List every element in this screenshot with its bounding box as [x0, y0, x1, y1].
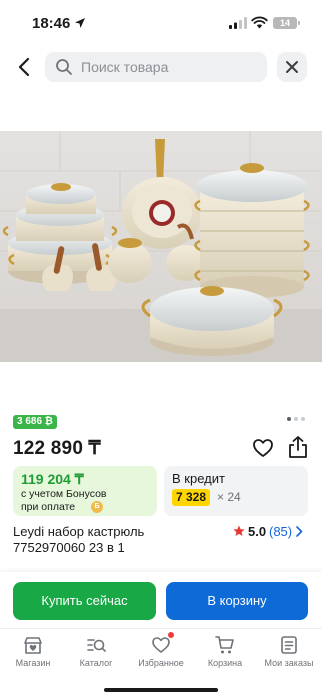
nav-label-shop: Магазин	[15, 658, 51, 668]
orders-icon	[281, 636, 297, 654]
credit-title: В кредит	[172, 471, 225, 486]
chevron-right-icon	[296, 526, 303, 537]
rating-value: 5.0	[248, 524, 267, 539]
location-arrow-icon	[75, 18, 85, 28]
carousel-dots	[287, 416, 307, 422]
close-icon	[286, 61, 298, 73]
nav-item-cart[interactable]: Корзина	[193, 629, 257, 675]
battery-level: 14	[279, 18, 290, 28]
bonus-coin-icon: Б	[91, 501, 103, 513]
bonus-price: 119 204 ₸	[21, 471, 84, 487]
nav-item-orders[interactable]: Мои заказы	[257, 629, 321, 675]
product-title-line2: 7752970060 23 в 1	[13, 540, 125, 555]
product-image[interactable]	[0, 131, 322, 362]
star-icon	[233, 525, 245, 536]
carousel-dot-1	[287, 417, 291, 421]
share-icon[interactable]	[287, 435, 309, 459]
favorite-heart-icon[interactable]	[252, 437, 274, 459]
product-title-line1: Leydi набор кастрюль	[13, 524, 145, 539]
nav-item-catalog[interactable]: Каталог	[64, 629, 128, 675]
home-indicator	[104, 688, 218, 692]
favorites-badge	[168, 632, 174, 638]
product-price: 122 890 ₸	[13, 438, 101, 459]
nav-label-orders: Мои заказы	[264, 658, 314, 668]
credit-term: × 24	[217, 490, 241, 504]
credit-card[interactable]: В кредит 7 328 × 24	[164, 466, 308, 516]
bonus-badge: 3 686 ₿	[13, 415, 57, 429]
action-bar: Купить сейчас В корзину	[0, 572, 322, 628]
bonus-payment-note: при оплате	[21, 501, 76, 513]
add-to-cart-button[interactable]: В корзину	[166, 582, 308, 620]
nav-label-catalog: Каталог	[79, 658, 113, 668]
reviews-count: (85)	[269, 524, 293, 539]
carousel-dot-3	[301, 417, 305, 421]
search-input[interactable]	[81, 52, 261, 82]
bonus-price-card[interactable]: 119 204 ₸ с учетом Бонусов при оплате Б	[13, 466, 157, 516]
cellular-signal-icon	[229, 17, 247, 29]
cart-icon	[215, 636, 234, 654]
buy-now-button[interactable]: Купить сейчас	[13, 582, 156, 620]
nav-label-favorites: Избранное	[138, 658, 184, 668]
battery-icon: 14	[273, 17, 300, 29]
heart-icon	[152, 637, 170, 653]
catalog-search-icon	[87, 639, 106, 652]
product-title: Leydi набор кастрюль 7752970060 23 в 1	[13, 524, 223, 556]
shop-icon	[24, 637, 42, 654]
nav-item-favorites[interactable]: Избранное	[129, 629, 193, 675]
carousel-dot-2	[294, 417, 298, 421]
back-chevron-icon[interactable]	[12, 54, 38, 80]
status-bar: 18:46 14	[0, 0, 322, 44]
status-time: 18:46	[32, 15, 71, 32]
wifi-icon	[251, 16, 268, 29]
nav-label-cart: Корзина	[207, 658, 243, 668]
credit-monthly-amount: 7 328	[172, 489, 211, 506]
close-button[interactable]	[277, 52, 307, 82]
search-icon	[56, 59, 72, 75]
bonus-note: с учетом Бонусов	[21, 488, 107, 500]
search-bar[interactable]	[45, 52, 267, 82]
nav-item-shop[interactable]: Магазин	[1, 629, 65, 675]
